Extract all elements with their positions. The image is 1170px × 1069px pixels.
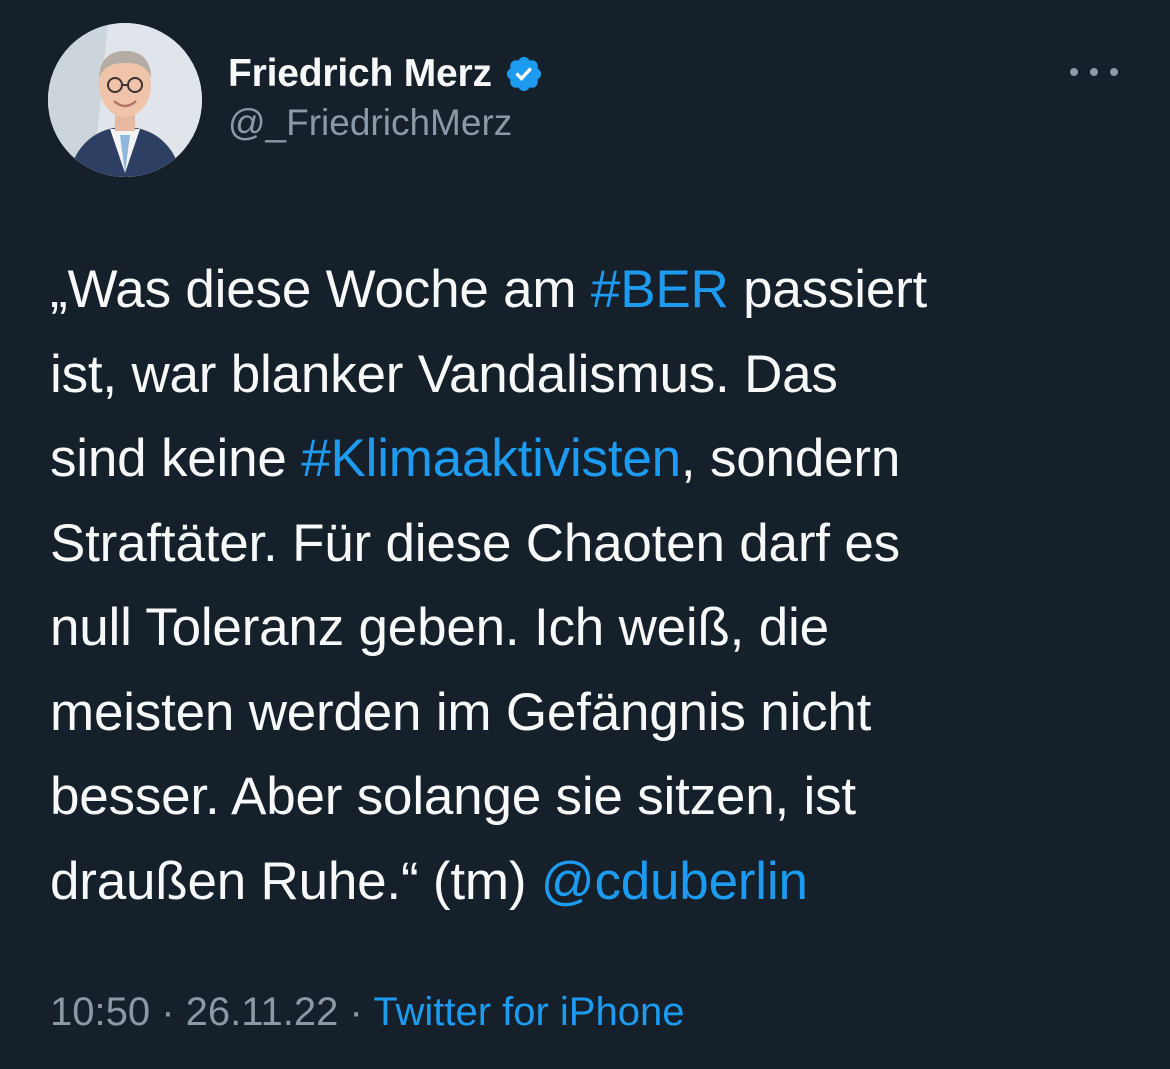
tweet-text-segment: sind keine [50, 429, 302, 488]
tweet-text-segment: , sondern [680, 429, 901, 488]
verified-badge-icon[interactable] [504, 54, 544, 94]
avatar[interactable] [48, 23, 202, 177]
mention-link[interactable]: @cduberlin [541, 852, 808, 911]
avatar-photo [48, 23, 202, 177]
tweet-text-line: draußen Ruhe.“ (tm) @cduberlin [50, 840, 1130, 925]
more-horizontal-icon[interactable] [1070, 60, 1118, 84]
tweet-text-segment: ist, war blanker Vandalismus. Das [50, 344, 838, 404]
tweet-text-segment: null Toleranz geben. Ich weiß, die [50, 598, 829, 657]
tweet-text-segment: meisten werden im Gefängnis nicht [50, 682, 872, 742]
tweet-date[interactable]: 26.11.22 [186, 990, 339, 1034]
name-row: Friedrich Merz [228, 46, 544, 102]
tweet-meta: 10:50 · 26.11.22 · Twitter for iPhone [50, 990, 684, 1035]
tweet-text-segment: besser. Aber solange sie sitzen, ist [50, 767, 856, 826]
tweet-text-segment: passiert [728, 260, 928, 319]
tweet-text: „Was diese Woche am #BER passiert ist, wa… [50, 248, 1130, 924]
tweet-time[interactable]: 10:50 [50, 990, 150, 1034]
handle[interactable]: @_FriedrichMerz [228, 102, 544, 144]
tweet-text-segment: draußen Ruhe.“ (tm) [50, 851, 541, 911]
tweet-text-line: ist, war blanker Vandalismus. Das [50, 333, 1130, 418]
hashtag-link[interactable]: #Klimaaktivisten [301, 429, 681, 488]
author-block: Friedrich Merz @_FriedrichMerz [228, 46, 544, 144]
tweet-text-line: meisten werden im Gefängnis nicht [50, 671, 1130, 756]
meta-separator: · [338, 990, 374, 1034]
more-dot [1070, 68, 1078, 76]
tweet-text-line: null Toleranz geben. Ich weiß, die [50, 586, 1130, 671]
more-dot [1090, 68, 1098, 76]
display-name[interactable]: Friedrich Merz [228, 52, 492, 96]
tweet-text-line: besser. Aber solange sie sitzen, ist [50, 755, 1130, 840]
tweet-source-link[interactable]: Twitter for iPhone [373, 990, 684, 1034]
tweet-text-segment: „Was diese Woche am [50, 260, 591, 319]
tweet-text-line: Straftäter. Für diese Chaoten darf es [50, 502, 1130, 587]
meta-separator: · [150, 990, 186, 1034]
hashtag-link[interactable]: #BER [591, 260, 729, 319]
tweet-text-line: „Was diese Woche am #BER passiert [50, 248, 1130, 333]
tweet-text-segment: Straftäter. Für diese Chaoten darf es [50, 513, 900, 573]
tweet-text-line: sind keine #Klimaaktivisten, sondern [50, 417, 1130, 502]
more-dot [1110, 68, 1118, 76]
tweet: Friedrich Merz @_FriedrichMerz „Was dies… [0, 0, 1170, 1069]
